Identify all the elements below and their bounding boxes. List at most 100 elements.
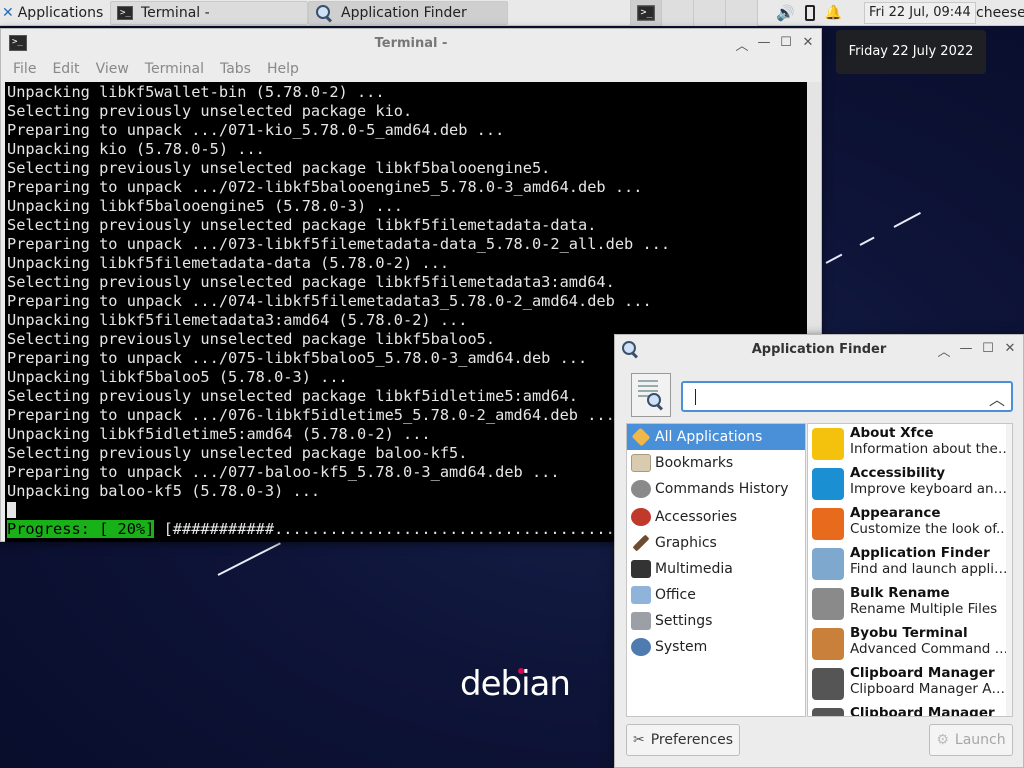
- app-list-item[interactable]: Clipboard Manager: [808, 704, 1012, 717]
- app-name: Clipboard Manager: [850, 665, 995, 681]
- system-tray: 🔊 🔔: [776, 0, 842, 26]
- terminal-line: Selecting previously unselected package …: [7, 159, 551, 177]
- volume-icon[interactable]: 🔊: [776, 4, 795, 22]
- category-label: System: [655, 639, 708, 655]
- notification-bell-icon[interactable]: 🔔: [825, 5, 842, 21]
- search-icon: [315, 4, 333, 22]
- taskbar-item-label: Terminal -: [141, 5, 210, 21]
- terminal-line: Unpacking libkf5filemetadata3:amd64 (5.7…: [7, 311, 468, 329]
- app-finder-icon: [631, 373, 671, 417]
- menu-help[interactable]: Help: [259, 61, 307, 77]
- workspace-4[interactable]: [726, 0, 758, 26]
- maximize-button[interactable]: ☐: [981, 341, 995, 360]
- top-panel: ✕ Applications >_ Terminal - Application…: [0, 0, 1024, 26]
- terminal-icon: >_: [117, 6, 133, 20]
- minimize-button[interactable]: —: [757, 35, 771, 54]
- terminal-menubar: File Edit View Terminal Tabs Help: [1, 57, 821, 81]
- window-controls: ︿ — ☐ ✕: [937, 341, 1017, 360]
- app-list-item[interactable]: About Xfce Information about the ...: [808, 424, 1012, 464]
- minimize-button[interactable]: —: [959, 341, 973, 360]
- app-icon: [812, 548, 844, 580]
- chevron-up-icon[interactable]: ︿: [735, 35, 749, 54]
- app-icon: [812, 508, 844, 540]
- terminal-line: Unpacking libkf5wallet-bin (5.78.0-2) ..…: [7, 83, 385, 101]
- workspace-2[interactable]: [662, 0, 694, 26]
- app-list-item[interactable]: Application Finder Find and launch applic…: [808, 544, 1012, 584]
- applications-menu-button[interactable]: ✕ Applications: [0, 0, 108, 26]
- date-notification: Friday 22 July 2022: [836, 30, 986, 74]
- category-graphics[interactable]: Graphics: [627, 530, 805, 556]
- menu-view[interactable]: View: [88, 61, 137, 77]
- magnifier-icon: [646, 392, 664, 410]
- app-icon: [812, 588, 844, 620]
- search-field[interactable]: ︿: [681, 381, 1013, 412]
- document-lines-icon: [638, 380, 658, 382]
- settings-icon: [631, 612, 651, 630]
- category-commands-history[interactable]: Commands History: [627, 476, 805, 502]
- category-label: Commands History: [655, 481, 789, 497]
- text-caret: [695, 389, 696, 405]
- app-icon: [812, 428, 844, 460]
- app-list-item[interactable]: Byobu Terminal Advanced Command L...: [808, 624, 1012, 664]
- application-items: About Xfce Information about the ... Acces…: [808, 424, 1012, 717]
- finder-titlebar[interactable]: Application Finder ︿ — ☐ ✕: [615, 335, 1023, 363]
- progress-bar-text: [###########............................…: [154, 520, 615, 538]
- menu-file[interactable]: File: [5, 61, 44, 77]
- chevron-up-icon[interactable]: ︿: [937, 341, 951, 360]
- workspace-1[interactable]: >_: [630, 0, 662, 26]
- category-settings[interactable]: Settings: [627, 608, 805, 634]
- app-list-item[interactable]: Clipboard Manager Clipboard Manager Au...: [808, 664, 1012, 704]
- wallpaper-streak: [859, 236, 875, 246]
- app-name: Appearance: [850, 505, 941, 521]
- app-list-item[interactable]: Appearance Customize the look of...: [808, 504, 1012, 544]
- app-icon: [812, 628, 844, 660]
- terminal-icon: >_: [637, 4, 655, 21]
- app-name: Bulk Rename: [850, 585, 950, 601]
- terminal-cursor: [7, 502, 16, 518]
- taskbar-item-terminal[interactable]: >_ Terminal -: [110, 1, 308, 25]
- terminal-line: Preparing to unpack .../071-kio_5.78.0-5…: [7, 121, 505, 139]
- clock[interactable]: Fri 22 Jul, 09:44: [864, 2, 976, 24]
- app-description: Advanced Command L...: [850, 641, 1012, 657]
- close-button[interactable]: ✕: [1003, 341, 1017, 360]
- app-name: Clipboard Manager: [850, 705, 995, 717]
- menu-terminal[interactable]: Terminal: [137, 61, 212, 77]
- user-menu[interactable]: cheese: [976, 0, 1024, 26]
- menu-tabs[interactable]: Tabs: [212, 61, 259, 77]
- close-button[interactable]: ✕: [801, 35, 815, 54]
- category-all-applications[interactable]: All Applications: [627, 424, 805, 450]
- category-accessories[interactable]: Accessories: [627, 504, 805, 530]
- workspace-3[interactable]: [694, 0, 726, 26]
- terminal-line: Selecting previously unselected package …: [7, 216, 597, 234]
- application-finder-window: Application Finder ︿ — ☐ ✕ ︿ All Applica…: [614, 334, 1024, 768]
- launch-button[interactable]: ⚙ Launch: [929, 724, 1013, 756]
- category-system[interactable]: System: [627, 634, 805, 660]
- terminal-titlebar[interactable]: >_ Terminal - ︿ — ☐ ✕: [1, 29, 821, 57]
- app-description: Customize the look of...: [850, 521, 1009, 537]
- system-gear-icon: [631, 638, 651, 656]
- category-bookmarks[interactable]: Bookmarks: [627, 450, 805, 476]
- taskbar-item-application-finder[interactable]: Application Finder: [308, 1, 508, 25]
- xfce-mouse-icon: ✕: [2, 4, 14, 21]
- category-label: Graphics: [655, 535, 717, 551]
- app-name: Application Finder: [850, 545, 990, 561]
- category-office[interactable]: Office: [627, 582, 805, 608]
- chevron-up-icon[interactable]: ︿: [989, 386, 1005, 410]
- app-list-item[interactable]: Accessibility Improve keyboard and...: [808, 464, 1012, 504]
- preferences-icon: ✂: [632, 732, 645, 748]
- search-input[interactable]: [689, 387, 979, 407]
- app-description: Clipboard Manager Au...: [850, 681, 1012, 697]
- battery-icon[interactable]: [804, 5, 815, 21]
- office-icon: [631, 586, 651, 604]
- gears-icon: [631, 480, 651, 498]
- app-list-scrollbar[interactable]: [1006, 424, 1012, 716]
- maximize-button[interactable]: ☐: [779, 35, 793, 54]
- app-description: Rename Multiple Files: [850, 601, 998, 617]
- category-multimedia[interactable]: Multimedia: [627, 556, 805, 582]
- app-description: Improve keyboard and...: [850, 481, 1012, 497]
- taskbar-item-label: Application Finder: [341, 5, 467, 21]
- menu-edit[interactable]: Edit: [44, 61, 87, 77]
- category-label: Settings: [655, 613, 713, 629]
- app-list-item[interactable]: Bulk Rename Rename Multiple Files: [808, 584, 1012, 624]
- preferences-button[interactable]: ✂ Preferences: [626, 724, 740, 756]
